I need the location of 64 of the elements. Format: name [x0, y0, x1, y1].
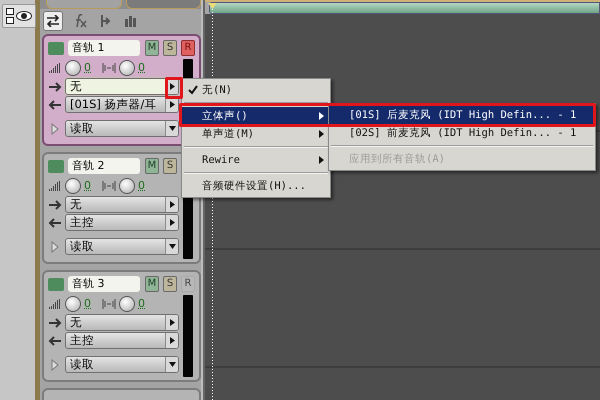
automation-dropdown[interactable]: 读取	[65, 356, 179, 373]
mute-button[interactable]: M	[145, 158, 159, 174]
arrow-right-icon	[170, 83, 174, 90]
input-dropdown[interactable]: 无	[65, 196, 179, 213]
submenu-item[interactable]: [02S] 前麦克风 (IDT High Defin... - 1	[329, 124, 595, 142]
output-dropdown[interactable]: 主控	[65, 332, 179, 349]
arrow-right-icon	[170, 319, 174, 326]
solo-button[interactable]: S	[163, 276, 177, 292]
zoom-scrollbar[interactable]	[209, 2, 600, 14]
caret-down-icon	[168, 244, 176, 249]
checkbox-icon	[6, 8, 14, 24]
track-panel[interactable]: 音轨 1 M S R 0 0 无 [01S] 扬声器/耳 读取	[42, 34, 201, 146]
track-panel[interactable]: 音轨 2 M S 0 0 无 主控 读取	[42, 152, 201, 264]
pan-knob[interactable]	[119, 296, 135, 312]
pan-icon	[102, 62, 116, 74]
track-name-field[interactable]: 音轨 1	[68, 40, 140, 56]
arrow-right-icon	[170, 201, 174, 208]
send-icon	[99, 14, 111, 28]
submenu-item[interactable]: [01S] 后麦克风 (IDT High Defin... - 1	[329, 106, 595, 124]
menu-item[interactable]: 立体声()	[182, 107, 330, 125]
caret-down-icon	[168, 126, 176, 131]
eye-icon	[16, 11, 32, 21]
arrow-right-icon	[170, 101, 174, 108]
annotation-frame	[165, 77, 183, 99]
solo-button[interactable]: S	[163, 40, 177, 56]
automation-dropdown[interactable]: 读取	[65, 120, 179, 137]
volume-icon	[48, 180, 62, 192]
submenu-arrow-icon	[319, 112, 324, 120]
mute-button[interactable]: M	[145, 276, 159, 292]
volume-icon	[48, 298, 62, 310]
volume-knob[interactable]	[65, 296, 81, 312]
mute-button[interactable]: M	[145, 40, 159, 56]
arrow-right-icon	[170, 337, 174, 344]
pan-icon	[102, 298, 116, 310]
visibility-toggle[interactable]	[2, 4, 36, 28]
swap-arrows-icon	[46, 15, 60, 27]
input-dropdown[interactable]: 无	[65, 78, 179, 95]
output-dropdown[interactable]: [01S] 扬声器/耳	[65, 96, 179, 113]
arrow-left-icon	[48, 334, 62, 346]
pan-icon	[102, 180, 116, 192]
submenu-arrow-icon	[319, 156, 324, 164]
pan-knob[interactable]	[119, 178, 135, 194]
track-name-field[interactable]: 音轨 3	[68, 276, 140, 292]
solo-button[interactable]: S	[163, 158, 177, 174]
input-dropdown[interactable]: 无	[65, 314, 179, 331]
arrow-left-icon	[48, 216, 62, 228]
toolbar-button[interactable]	[43, 11, 63, 31]
volume-knob[interactable]	[65, 60, 81, 76]
equalizer-icon	[125, 15, 137, 27]
record-button[interactable]: R	[181, 276, 195, 292]
pan-knob[interactable]	[119, 60, 135, 76]
arrow-right-icon	[170, 219, 174, 226]
track-name-field[interactable]: 音轨 2	[68, 158, 140, 174]
volume-knob[interactable]	[65, 178, 81, 194]
output-dropdown[interactable]: 主控	[65, 214, 179, 231]
arrow-right-icon	[48, 80, 62, 92]
track-panel[interactable]: 音轨 3 M S R 0 0 无 主控 读取	[42, 270, 201, 382]
automation-dropdown[interactable]: 读取	[65, 238, 179, 255]
arrow-right-icon	[48, 316, 62, 328]
submenu-arrow-icon	[319, 130, 324, 138]
caret-down-icon	[168, 362, 176, 367]
volume-icon	[48, 62, 62, 74]
arrow-right-icon	[48, 198, 62, 210]
arrow-left-icon	[48, 98, 62, 110]
